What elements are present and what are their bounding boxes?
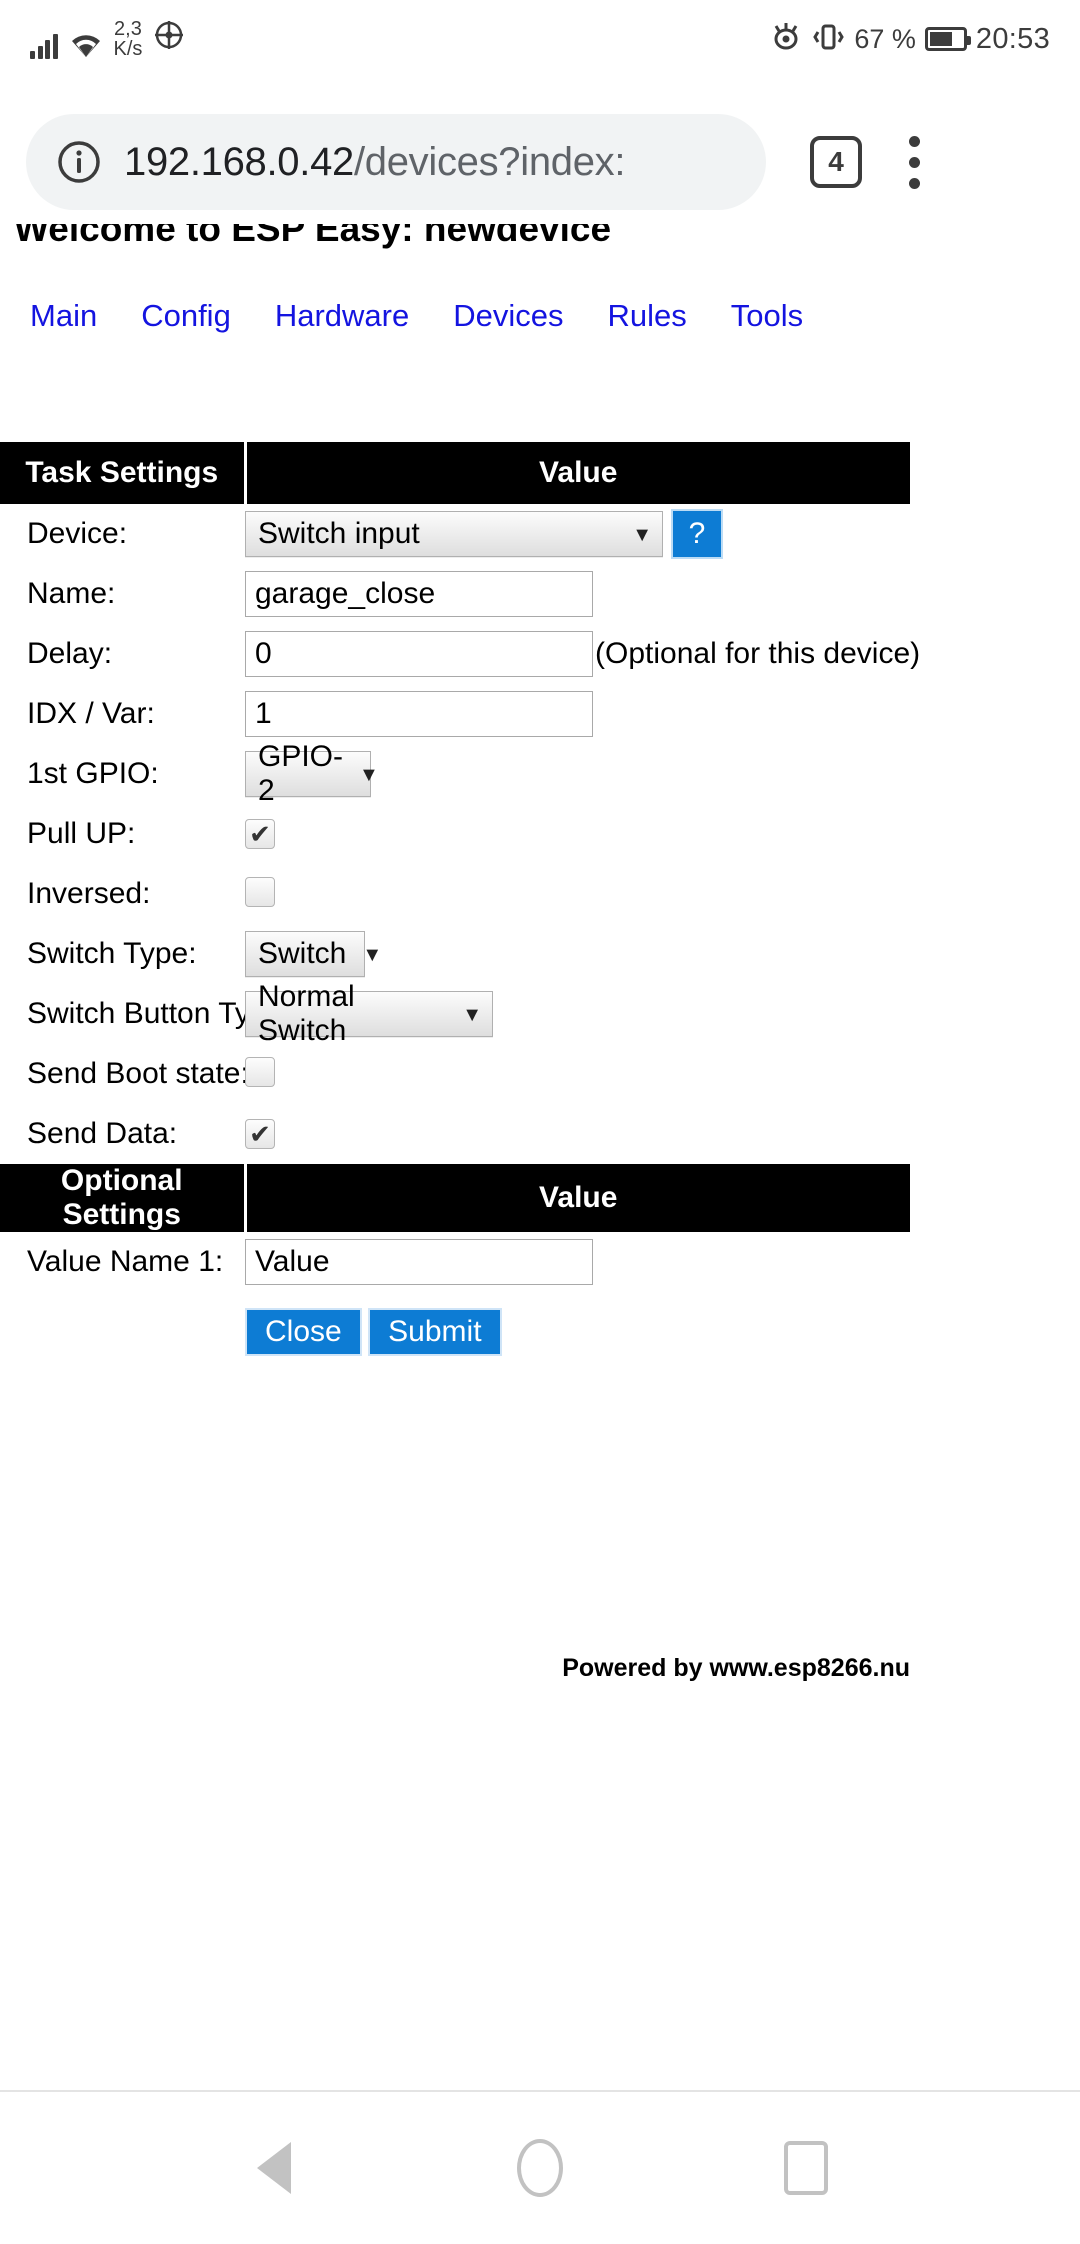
site-navigation: Main Config Hardware Devices Rules Tools — [0, 298, 1080, 334]
label-pull-up: Pull UP: — [27, 817, 136, 850]
url-bar[interactable]: 192.168.0.42/devices?index: — [26, 114, 766, 210]
label-send-boot-state: Send Boot state: — [27, 1057, 249, 1090]
row-switch-type: Switch Type: Switch ▼ — [0, 924, 910, 984]
optional-settings-header: Optional Settings — [0, 1164, 247, 1232]
label-inversed: Inversed: — [27, 877, 151, 910]
label-switch-button-type: Switch Button Type: — [27, 997, 292, 1030]
android-status-bar: 2,3 K/s 67 % 20:53 — [0, 0, 1080, 78]
battery-percent: 67 % — [854, 23, 916, 54]
wifi-icon — [70, 32, 102, 59]
chevron-down-icon: ▼ — [359, 764, 379, 786]
url-host: 192.168.0.42 — [124, 139, 354, 184]
nav-link-rules[interactable]: Rules — [585, 298, 708, 334]
row-delay: Delay: (Optional for this device) — [0, 624, 920, 684]
row-send-data: Send Data: ✔ — [0, 1104, 910, 1164]
android-navigation-bar — [0, 2090, 1080, 2244]
name-input[interactable] — [245, 571, 593, 617]
signal-icon — [30, 33, 58, 59]
label-value-name-1: Value Name 1: — [27, 1245, 224, 1278]
device-select[interactable]: Switch input ▼ — [245, 511, 663, 557]
label-name: Name: — [27, 577, 116, 610]
battery-icon — [924, 27, 971, 51]
device-select-value: Switch input — [258, 517, 420, 550]
delay-input[interactable] — [245, 631, 593, 677]
send-data-checkbox[interactable]: ✔ — [245, 1119, 275, 1149]
home-button[interactable] — [502, 2130, 578, 2206]
label-delay: Delay: — [27, 637, 113, 670]
page-footer: Powered by www.esp8266.nu — [562, 1654, 910, 1682]
row-name: Name: — [0, 564, 910, 624]
pull-up-checkbox[interactable]: ✔ — [245, 819, 275, 849]
submit-button[interactable]: Submit — [368, 1308, 502, 1356]
tab-switcher-button[interactable]: 4 — [810, 136, 862, 188]
switch-type-select-value: Switch — [258, 937, 347, 970]
nav-link-tools[interactable]: Tools — [709, 298, 825, 334]
status-bar-clock: 20:53 — [975, 22, 1050, 55]
row-gpio: 1st GPIO: GPIO-2 ▼ — [0, 740, 910, 807]
row-pullup: Pull UP: ✔ — [0, 804, 910, 864]
page-title: Welcome to ESP Easy: newdevice — [14, 224, 612, 249]
label-switch-type: Switch Type: — [27, 937, 197, 970]
delay-hint: (Optional for this device) — [595, 637, 921, 670]
row-device: Device: Switch input ▼ ? — [0, 504, 910, 564]
device-settings-form: Task Settings Value Device: Switch input… — [0, 442, 1080, 1682]
task-settings-table: Task Settings Value Device: Switch input… — [0, 442, 920, 1356]
row-form-buttons: Close Submit — [0, 1292, 910, 1356]
delay-value-group: (Optional for this device) — [245, 631, 920, 677]
network-speed: 2,3 K/s — [114, 19, 143, 59]
network-speed-unit: K/s — [113, 38, 143, 60]
row-send-boot-state: Send Boot state: — [0, 1044, 910, 1104]
url-path: /devices?index: — [353, 139, 626, 184]
kebab-menu-icon[interactable] — [908, 135, 920, 189]
status-bar-left: 2,3 K/s — [30, 19, 184, 59]
row-value-name-1: Value Name 1: — [0, 1232, 910, 1292]
nav-link-hardware[interactable]: Hardware — [253, 298, 431, 334]
vibrate-icon — [811, 22, 845, 57]
switch-button-type-select[interactable]: Normal Switch ▼ — [245, 980, 493, 1047]
first-gpio-select-value: GPIO-2 — [258, 740, 344, 807]
value-name-1-input[interactable] — [245, 1239, 593, 1285]
status-bar-right: 67 % 20:53 — [770, 22, 1050, 57]
optional-settings-header-row: Optional Settings Value — [0, 1164, 910, 1232]
optional-value-header: Value — [245, 1164, 910, 1232]
chevron-down-icon: ▼ — [632, 524, 652, 546]
eye-care-icon — [770, 22, 802, 57]
inversed-checkbox[interactable] — [245, 876, 275, 907]
row-idx: IDX / Var: — [0, 684, 910, 744]
device-value-group: Switch input ▼ ? — [245, 509, 910, 559]
switch-button-type-select-value: Normal Switch — [258, 980, 355, 1047]
close-button[interactable]: Close — [245, 1308, 362, 1356]
idx-var-input[interactable] — [245, 691, 593, 737]
back-button[interactable] — [236, 2130, 312, 2206]
switch-type-select[interactable]: Switch ▼ — [245, 931, 382, 977]
webpage-viewport: Welcome to ESP Easy: newdevice Main Conf… — [0, 224, 1080, 2094]
label-idx-var: IDX / Var: — [27, 697, 155, 730]
label-send-data: Send Data: — [27, 1117, 178, 1150]
nav-link-main[interactable]: Main — [26, 298, 119, 334]
chevron-down-icon: ▼ — [462, 1004, 482, 1026]
task-settings-header: Task Settings — [0, 442, 247, 504]
recents-button[interactable] — [768, 2130, 844, 2206]
row-inversed: Inversed: — [0, 864, 910, 924]
site-info-icon[interactable] — [56, 139, 102, 185]
nav-link-config[interactable]: Config — [119, 298, 253, 334]
task-settings-header-row: Task Settings Value — [0, 442, 910, 504]
first-gpio-select[interactable]: GPIO-2 ▼ — [245, 740, 379, 807]
network-speed-value: 2,3 — [114, 18, 142, 40]
browser-toolbar: 192.168.0.42/devices?index: 4 — [0, 104, 1080, 220]
row-switch-button-type: Switch Button Type: Normal Switch ▼ — [0, 980, 910, 1047]
task-value-header: Value — [245, 442, 910, 504]
device-help-button[interactable]: ? — [671, 509, 723, 559]
chevron-down-icon: ▼ — [362, 944, 383, 966]
label-first-gpio: 1st GPIO: — [27, 757, 159, 790]
url-text: 192.168.0.42/devices?index: — [124, 139, 626, 185]
send-boot-state-checkbox[interactable] — [245, 1056, 275, 1087]
location-icon — [154, 20, 184, 55]
phone-screen: 2,3 K/s 67 % 20:53 192.168.0.42/devices?… — [0, 0, 1080, 2244]
nav-link-devices[interactable]: Devices — [431, 298, 585, 334]
label-device: Device: — [27, 517, 128, 550]
